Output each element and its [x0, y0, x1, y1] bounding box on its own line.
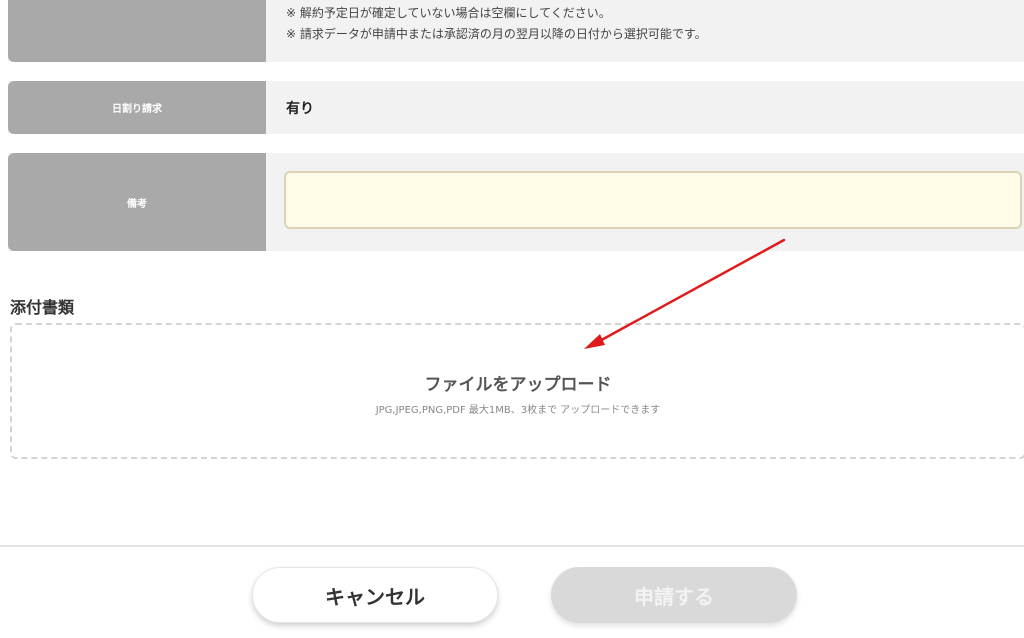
file-upload-dropzone[interactable]: ファイルをアップロード JPG,JPEG,PNG,PDF 最大1MB、3枚まで …	[10, 323, 1024, 459]
upload-file-hint: JPG,JPEG,PNG,PDF 最大1MB、3枚まで アップロードできます	[375, 405, 661, 416]
footer-divider	[0, 545, 1024, 547]
prorated-billing-row: 日割り請求 有り	[8, 81, 1024, 134]
remarks-input[interactable]	[284, 171, 1022, 229]
note-blank-if-undecided: ※ 解約予定日が確定していない場合は空欄にしてください。	[286, 6, 611, 20]
upload-file-label: ファイルをアップロード	[424, 375, 612, 395]
remarks-row: 備考	[8, 153, 1024, 251]
contract-end-date-value: ※ 解約予定日が確定していない場合は空欄にしてください。 ※ 請求データが申請中…	[266, 0, 1024, 62]
prorated-billing-value: 有り	[286, 100, 314, 117]
cancel-button[interactable]: キャンセル	[252, 567, 498, 623]
contract-end-date-row: ※ 解約予定日が確定していない場合は空欄にしてください。 ※ 請求データが申請中…	[8, 0, 1024, 62]
submit-application-button[interactable]: 申請する	[551, 567, 797, 623]
remarks-label: 備考	[8, 153, 266, 251]
remarks-value-cell	[266, 153, 1024, 251]
prorated-billing-label: 日割り請求	[8, 81, 266, 134]
contract-end-date-label	[8, 0, 266, 62]
attachments-heading: 添付書類	[10, 298, 75, 317]
note-selectable-dates: ※ 請求データが申請中または承認済の月の翌月以降の日付から選択可能です。	[286, 27, 707, 41]
